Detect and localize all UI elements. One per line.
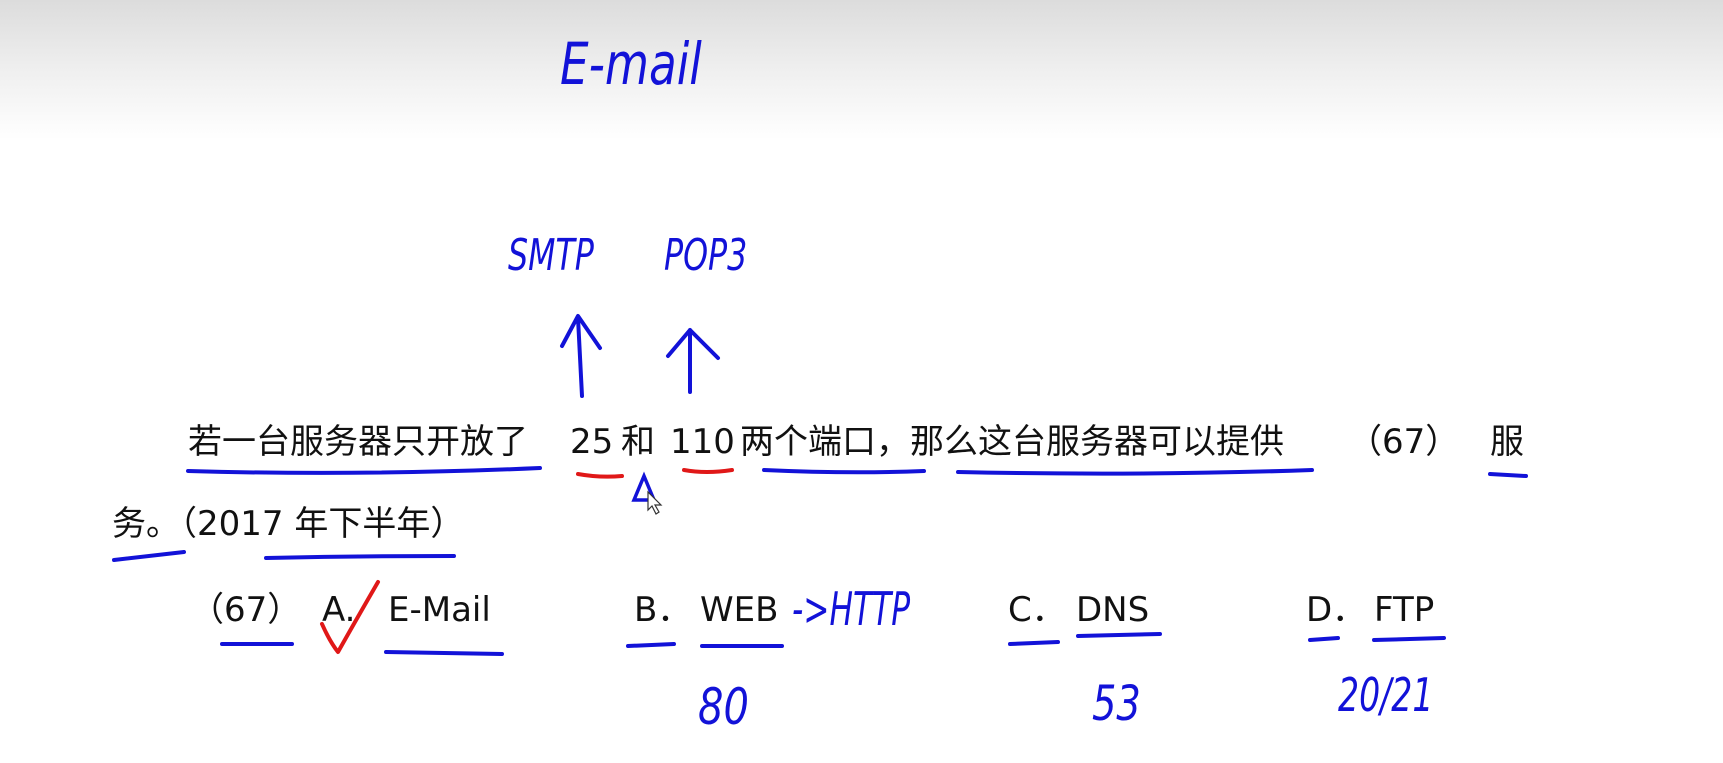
underline-option-c-letter <box>1008 640 1060 646</box>
arrow-up-smtp <box>560 314 602 398</box>
underline-option-b-letter <box>626 642 676 648</box>
handwritten-port-80: 80 <box>698 678 749 736</box>
option-c-letter: C． <box>1008 590 1066 630</box>
underline-option-a <box>384 650 504 656</box>
question-text-part1: 若一台服务器只开放了 <box>188 422 528 462</box>
underline-two-ports <box>762 468 926 475</box>
handwritten-port-53: 53 <box>1092 676 1141 732</box>
underline-option-d-text <box>1372 636 1446 642</box>
ink-annotations <box>112 314 1528 656</box>
port-110-text: 110 <box>670 422 735 462</box>
mouse-cursor-icon <box>647 490 663 515</box>
option-b-letter: B． <box>634 590 692 630</box>
underline-fu <box>1488 472 1528 478</box>
handwritten-pop3: POP3 <box>664 230 748 281</box>
underline-year <box>264 554 456 560</box>
question-text-part4: 务。（2017 年下半年） <box>112 504 465 544</box>
port-25-text: 25 <box>570 422 614 462</box>
option-a-letter: A. <box>322 590 356 630</box>
underline-option-c-text <box>1076 632 1162 638</box>
underline-provide-service <box>956 468 1314 476</box>
underline-port-25 <box>576 472 624 479</box>
answer-blank: （67） <box>1348 422 1460 462</box>
handwritten-port-ftp: 20/21 <box>1338 668 1434 722</box>
question-text-part3: 服 <box>1490 422 1524 462</box>
option-d-text: FTP <box>1374 590 1435 630</box>
small-triangle-mark <box>631 471 657 502</box>
option-c-text: DNS <box>1076 590 1150 630</box>
underline-question-start <box>186 466 542 475</box>
question-number: （67） <box>190 590 302 630</box>
handwritten-smtp: SMTP <box>508 230 594 281</box>
handwritten-http-arrow: ->HTTP <box>792 582 911 636</box>
option-b-text: WEB <box>700 590 779 630</box>
underline-port-110 <box>682 468 734 474</box>
option-d-letter: D． <box>1306 590 1367 630</box>
question-text-part2: 两个端口，那么这台服务器可以提供 <box>740 422 1284 462</box>
handwritten-email: E-mail <box>560 30 702 98</box>
arrow-up-pop3 <box>666 328 720 394</box>
conjunction-and: 和 <box>621 422 655 462</box>
underline-wu <box>112 550 186 562</box>
option-a-text: E-Mail <box>388 590 491 630</box>
exam-question-page: E-mail SMTP POP3 ->HTTP 80 53 20/21 若一台服… <box>0 0 1723 763</box>
underline-option-d-letter <box>1308 636 1340 642</box>
